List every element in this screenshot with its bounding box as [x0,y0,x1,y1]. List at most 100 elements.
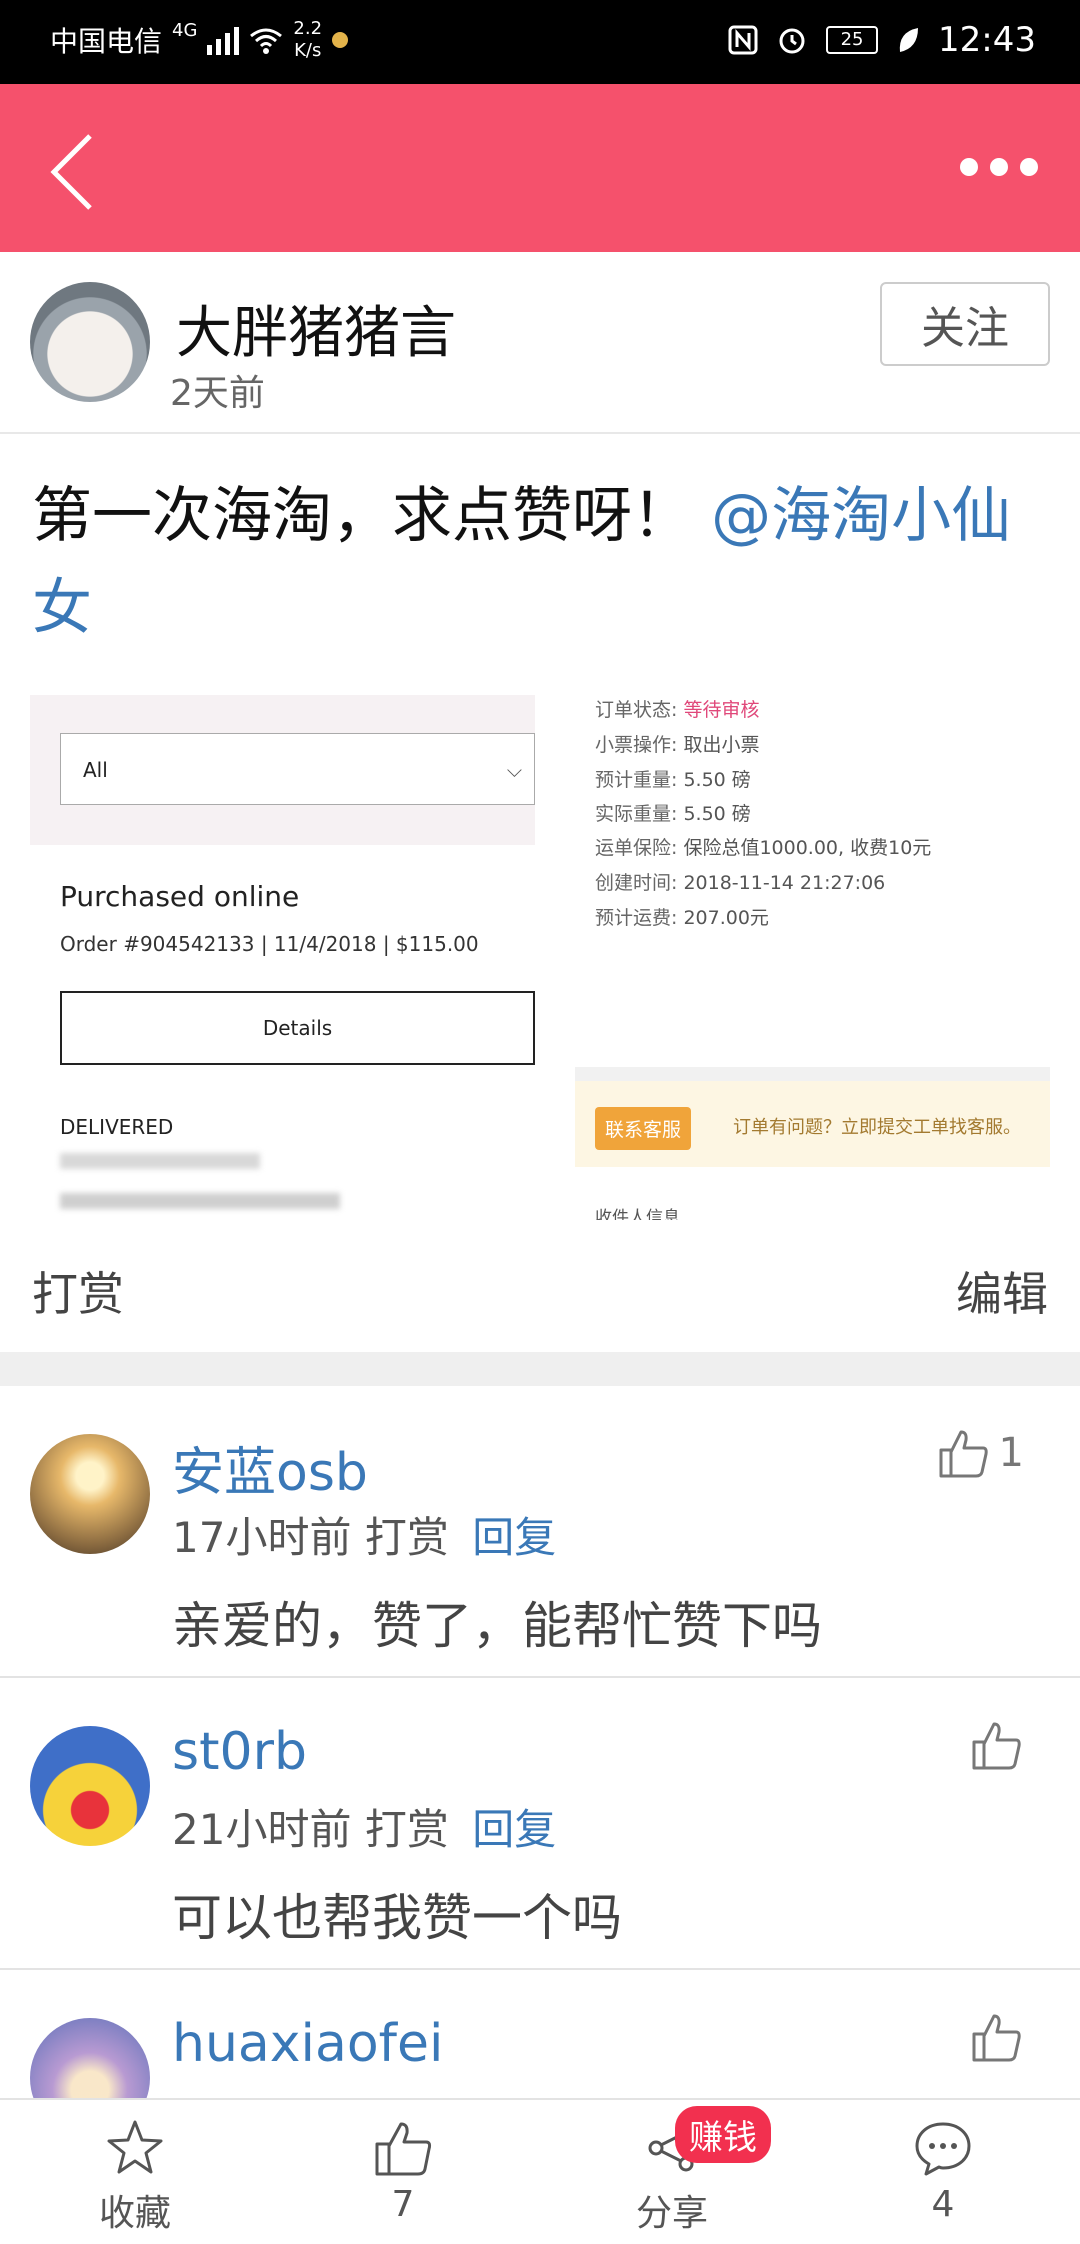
speed-unit: K/s [294,40,322,61]
comment-meta: 21小时前 打赏 回复 [172,1796,556,1857]
row-label: 订单状态: [595,699,678,721]
details-button: Details [60,991,535,1065]
comment-reply-button[interactable]: 回复 [472,1805,556,1854]
comment-meta: 17小时前 打赏 回复 [172,1504,556,1565]
commenter-name[interactable]: st0rb [172,1722,307,1782]
follow-button[interactable]: 关注 [880,282,1050,366]
back-button[interactable] [48,132,98,212]
like-button[interactable]: 7 [303,2116,503,2225]
row-label: 预计重量: [595,769,678,791]
comment-item: huaxiaofei [0,1970,1080,2098]
blurred-tracking [60,1193,340,1209]
comment-icon [915,2122,971,2176]
comment-like-button[interactable]: 1 [937,1426,1024,1480]
thumbs-up-icon [939,1430,988,1478]
commenter-name[interactable]: huaxiaofei [172,2014,443,2074]
created-time-row: 创建时间: 2018-11-14 21:27:06 [595,868,885,895]
like-count: 1 [998,1430,1024,1476]
comment-time: 21小时前 [172,1805,352,1854]
leaf-icon [899,28,919,52]
contact-band: 联系客服 订单有问题？立即提交工单找客服。 [575,1067,1050,1167]
order-line: Order #904542133 | 11/4/2018 | $115.00 [60,932,479,956]
comment-button[interactable]: 4 [843,2116,1043,2225]
comment-reward-button[interactable]: 打赏 [365,1513,449,1562]
row-value: 保险总值1000.00, 收费10元 [683,837,932,859]
comment-reply-button[interactable]: 回复 [472,1513,556,1562]
speed-value: 2.2 [293,18,323,39]
bottom-action-bar: 收藏 7 分享 赚钱 4 [0,2098,1080,2244]
favorite-label: 收藏 [98,2193,171,2234]
post-image[interactable]: All ⌵ Purchased online Order #904542133 … [30,695,1050,1220]
comment-text: 亲爱的，赞了，能帮忙赞下吗 [172,1597,822,1655]
section-divider [0,1352,1080,1386]
status-bar: 中国电信 4G 2.2 K/s 25 12:43 [0,0,1080,84]
comment-item: st0rb 21小时前 打赏 回复 可以也帮我赞一个吗 [0,1678,1080,1970]
comment-item: 安蓝osb 17小时前 打赏 回复 亲爱的，赞了，能帮忙赞下吗 1 [0,1386,1080,1678]
comment-reward-button[interactable]: 打赏 [365,1805,449,1854]
contact-service-button: 联系客服 [595,1107,692,1150]
network-speed: 2.2 K/s [293,18,322,62]
notification-icon [332,32,349,48]
shipping-fee-row: 预计运费: 207.00元 [595,903,769,930]
row-value: 5.50 磅 [683,769,751,791]
comment-time: 17小时前 [172,1513,352,1562]
comment-like-button[interactable] [970,2010,1024,2064]
delivery-status: DELIVERED [60,1115,174,1139]
row-label: 运单保险: [595,837,678,859]
reward-button[interactable]: 打赏 [32,1258,124,1324]
order-status-row: 订单状态: 等待审核 [595,695,759,722]
network-type: 4G [172,19,198,41]
receiver-label: 收件人信息 [595,1208,680,1220]
commenter-name[interactable]: 安蓝osb [172,1430,368,1505]
more-button[interactable] [960,152,1040,182]
share-label: 分享 [635,2193,708,2234]
commenter-avatar[interactable] [30,1726,150,1846]
thumbs-up-icon [375,2122,432,2176]
receipt-row: 小票操作: 取出小票 [595,730,759,757]
battery-icon: 25 [826,26,879,54]
wifi-icon [250,28,283,54]
author-avatar[interactable] [30,282,150,402]
comment-text: 可以也帮我赞一个吗 [172,1889,622,1947]
carrier-name: 中国电信 [50,25,163,58]
shipping-screenshot: 订单状态: 等待审核 小票操作: 取出小票 预计重量: 5.50 磅 实际重量:… [545,695,1050,1220]
row-label: 创建时间: [595,872,678,894]
signal-icon [207,25,240,55]
row-value: 等待审核 [683,699,760,721]
blurred-text [60,1153,260,1169]
contact-tip: 订单有问题？立即提交工单找客服。 [733,1117,1021,1138]
row-label: 小票操作: [595,734,678,756]
actual-weight-row: 实际重量: 5.50 磅 [595,799,751,826]
author-name[interactable]: 大胖猪猪言 [176,288,456,369]
filter-select: All ⌵ [60,733,535,805]
row-label: 预计运费: [595,907,678,929]
nfc-icon [728,25,758,55]
post-body: 第一次海淘，求点赞呀！ [32,481,692,551]
more-horizontal-icon [960,158,978,176]
thumbs-up-icon [972,1722,1021,1770]
row-label: 实际重量: [595,803,678,825]
purchase-title: Purchased online [60,880,300,913]
insurance-row: 运单保险: 保险总值1000.00, 收费10元 [595,833,931,860]
estimated-weight-row: 预计重量: 5.50 磅 [595,765,751,792]
app-header [0,84,1080,252]
comment-like-button[interactable] [970,1718,1024,1772]
post-author: 大胖猪猪言 2天前 关注 [0,252,1080,434]
alarm-icon [779,28,805,54]
row-value: 5.50 磅 [683,803,751,825]
commenter-avatar[interactable] [30,2018,150,2098]
commenter-avatar[interactable] [30,1434,150,1554]
filter-value: All [83,758,108,782]
order-screenshot: All ⌵ Purchased online Order #904542133 … [30,695,535,1220]
favorite-button[interactable]: 收藏 [35,2116,235,2236]
earn-money-badge[interactable]: 赚钱 [675,2106,771,2163]
row-value: 2018-11-14 21:27:06 [683,872,886,894]
row-value: 207.00元 [683,907,769,929]
edit-button[interactable]: 编辑 [956,1258,1048,1324]
post-text: 第一次海淘，求点赞呀！ @海淘小仙女 [32,470,1042,654]
star-icon [107,2120,163,2174]
post-time: 2天前 [170,373,265,414]
like-count: 7 [391,2184,415,2225]
chevron-down-icon: ⌵ [506,758,522,782]
clock: 12:43 [938,20,1036,60]
